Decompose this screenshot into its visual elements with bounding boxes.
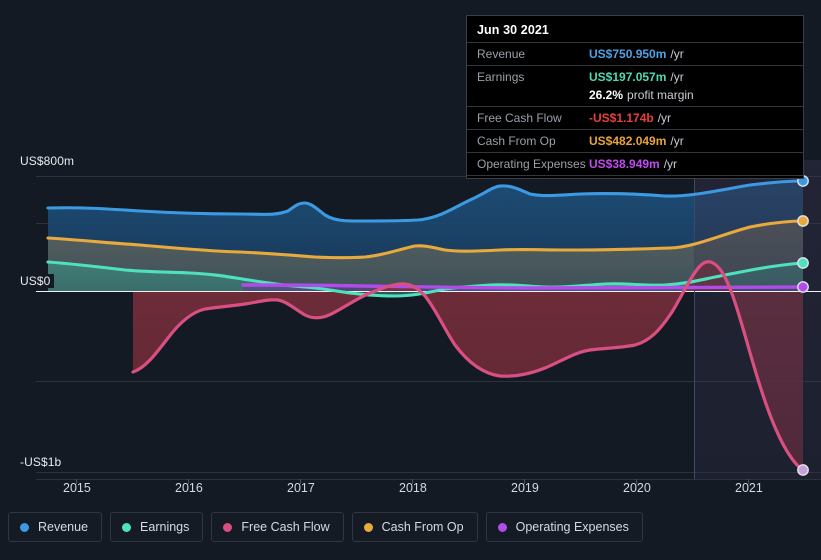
tooltip-row-profit-margin: 26.2% profit margin	[467, 88, 803, 106]
x-axis-label-2017: 2017	[287, 481, 315, 495]
tooltip-row-earnings: Earnings US$197.057m /yr	[467, 65, 803, 88]
legend-item-operating-expenses[interactable]: Operating Expenses	[485, 512, 643, 542]
legend-dot-revenue-icon	[20, 522, 29, 532]
chart-legend: Revenue Earnings Free Cash Flow Cash Fro…	[8, 512, 643, 542]
tooltip-label-operating-expenses: Operating Expenses	[477, 157, 586, 171]
tooltip-value-profit-margin: 26.2%	[589, 88, 624, 102]
tooltip-label-free-cash-flow: Free Cash Flow	[477, 111, 562, 125]
tooltip-label-cash-from-op: Cash From Op	[477, 134, 556, 148]
tooltip-unit-cash-from-op: /yr	[670, 134, 684, 148]
x-axis-label-2019: 2019	[511, 481, 539, 495]
tooltip-label-earnings: Earnings	[477, 70, 525, 84]
legend-label-free-cash-flow: Free Cash Flow	[241, 520, 330, 534]
cash-from-op-endpoint	[797, 215, 809, 227]
legend-label-earnings: Earnings	[140, 520, 190, 534]
tooltip-unit-revenue: /yr	[670, 47, 684, 61]
legend-dot-cash-from-op-icon	[363, 522, 373, 532]
operating-expenses-endpoint	[797, 281, 809, 293]
legend-label-revenue: Revenue	[38, 520, 89, 534]
tooltip-value-cash-from-op: US$482.049m	[589, 134, 667, 148]
legend-dot-earnings-icon	[122, 522, 132, 532]
legend-label-operating-expenses: Operating Expenses	[515, 520, 629, 534]
tooltip-value-free-cash-flow: -US$1.174b	[589, 111, 654, 125]
x-axis-label-2020: 2020	[623, 481, 651, 495]
legend-dot-free-cash-flow-icon	[223, 522, 233, 532]
legend-item-free-cash-flow[interactable]: Free Cash Flow	[211, 512, 344, 542]
tooltip-row-operating-expenses: Operating Expenses US$38.949m /yr	[467, 152, 803, 176]
tooltip-row-free-cash-flow: Free Cash Flow -US$1.174b /yr	[467, 106, 803, 129]
x-axis-label-2015: 2015	[63, 481, 91, 495]
legend-label-cash-from-op: Cash From Op	[381, 520, 464, 534]
tooltip-unit-operating-expenses: /yr	[663, 157, 678, 171]
tooltip-unit-profit-margin: profit margin	[627, 88, 694, 102]
forecast-band	[694, 160, 821, 480]
legend-dot-operating-expenses-icon	[497, 522, 507, 532]
tooltip-row-revenue: Revenue US$750.950m /yr	[467, 42, 803, 65]
legend-item-earnings[interactable]: Earnings	[110, 512, 204, 542]
x-axis-label-2016: 2016	[175, 481, 203, 495]
x-axis-label-2018: 2018	[399, 481, 427, 495]
financial-chart-widget: US$800m US$0 -US$1b 2015 2016 2017 2018 …	[0, 0, 821, 560]
tooltip-label-revenue: Revenue	[477, 47, 526, 61]
tooltip-value-revenue: US$750.950m	[589, 47, 667, 61]
tooltip-value-operating-expenses: US$38.949m	[589, 157, 660, 171]
y-axis-label-800m: US$800m	[20, 154, 79, 168]
y-axis-label-neg1b: -US$1b	[20, 455, 66, 469]
tooltip-date: Jun 30 2021	[477, 23, 549, 37]
y-axis-label-zero: US$0	[20, 274, 55, 288]
free-cash-flow-endpoint	[797, 464, 809, 476]
earnings-endpoint	[797, 257, 809, 269]
legend-item-cash-from-op[interactable]: Cash From Op	[351, 512, 478, 542]
tooltip-unit-earnings: /yr	[670, 70, 684, 84]
tooltip-row-cash-from-op: Cash From Op US$482.049m /yr	[467, 129, 803, 152]
legend-item-revenue[interactable]: Revenue	[8, 512, 103, 542]
datapoint-tooltip: Jun 30 2021 Revenue US$750.950m /yr Earn…	[466, 15, 804, 179]
x-axis-label-2021: 2021	[735, 481, 763, 495]
tooltip-unit-free-cash-flow: /yr	[657, 111, 672, 125]
tooltip-value-earnings: US$197.057m	[589, 70, 667, 84]
